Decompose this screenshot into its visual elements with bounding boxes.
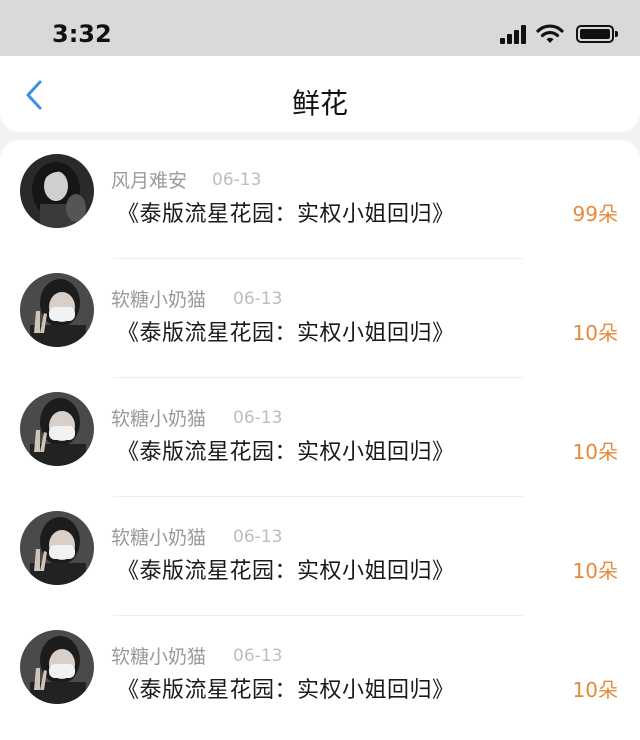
avatar[interactable] (20, 154, 94, 228)
book-title[interactable]: 《泰版流星花园：实权小姐回归》 (117, 553, 455, 585)
status-bar: 3:32 (0, 0, 640, 56)
book-title[interactable]: 《泰版流星花园：实权小姐回归》 (117, 196, 455, 228)
cellular-signal-icon (500, 24, 528, 44)
avatar[interactable] (20, 511, 94, 585)
wifi-icon (536, 24, 564, 43)
gift-row[interactable]: 风月难安 06-13 《泰版流星花园：实权小姐回归》 99朵 (0, 140, 640, 259)
battery-icon (576, 25, 618, 43)
gift-row[interactable]: 软糖小奶猫 06-13 《泰版流星花园：实权小姐回归》 10朵 (0, 259, 640, 378)
book-title[interactable]: 《泰版流星花园：实权小姐回归》 (117, 315, 455, 347)
gift-date: 06-13 (212, 170, 262, 190)
nav-bar: 鲜花 (0, 56, 640, 132)
gift-date: 06-13 (233, 646, 283, 666)
book-title[interactable]: 《泰版流星花园：实权小姐回归》 (117, 434, 455, 466)
gift-count: 99朵 (572, 202, 618, 226)
gift-count: 10朵 (572, 559, 618, 583)
gift-list: 风月难安 06-13 《泰版流星花园：实权小姐回归》 99朵 软糖小奶猫 06-… (0, 140, 640, 740)
gift-count: 10朵 (572, 678, 618, 702)
book-title[interactable]: 《泰版流星花园：实权小姐回归》 (117, 672, 455, 704)
status-time: 3:32 (52, 20, 112, 48)
gift-date: 06-13 (233, 408, 283, 428)
gift-count: 10朵 (572, 321, 618, 345)
page-title: 鲜花 (291, 87, 348, 120)
avatar[interactable] (20, 392, 94, 466)
gift-date: 06-13 (233, 527, 283, 547)
avatar[interactable] (20, 273, 94, 347)
sender-name: 风月难安 (111, 170, 188, 192)
gift-count: 10朵 (572, 440, 618, 464)
gift-date: 06-13 (233, 289, 283, 309)
sender-name: 软糖小奶猫 (111, 408, 207, 430)
sender-name: 软糖小奶猫 (111, 527, 207, 549)
gift-row[interactable]: 软糖小奶猫 06-13 《泰版流星花园：实权小姐回归》 10朵 (0, 378, 640, 497)
sender-name: 软糖小奶猫 (111, 646, 207, 668)
sender-name: 软糖小奶猫 (111, 289, 207, 311)
gift-row[interactable]: 软糖小奶猫 06-13 《泰版流星花园：实权小姐回归》 10朵 (0, 497, 640, 616)
gift-row[interactable]: 软糖小奶猫 06-13 《泰版流星花园：实权小姐回归》 10朵 (0, 616, 640, 735)
avatar[interactable] (20, 630, 94, 704)
